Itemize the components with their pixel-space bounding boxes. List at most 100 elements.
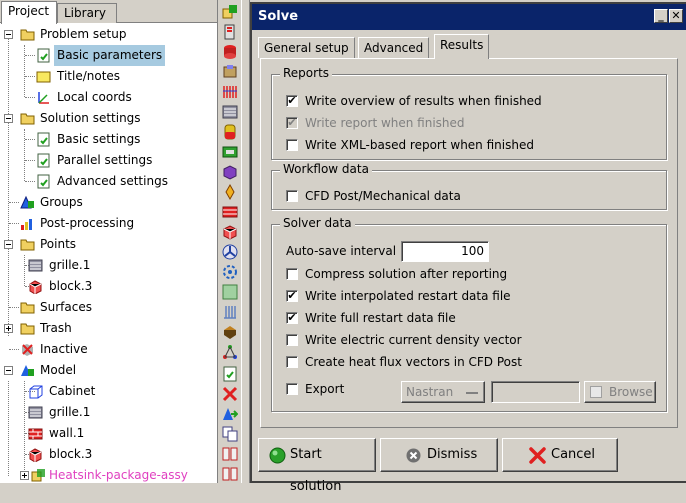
collapse-toggle[interactable] [4,114,13,123]
inactive-icon [22,344,33,356]
tree-node-model-grille[interactable]: grille.1 [0,402,217,423]
enclosure-tool-icon[interactable] [222,164,238,180]
tab-project[interactable]: Project [1,1,57,24]
align-icon-2[interactable] [222,466,238,482]
checkbox-box[interactable]: ✔ [286,290,298,302]
workflow-group-title: Workflow data [280,162,372,176]
checkbox-box[interactable] [286,190,298,202]
tab-general-setup[interactable]: General setup [258,37,355,58]
network-tool-icon[interactable] [222,324,238,340]
grille-icon [28,406,43,419]
dialog-titlebar[interactable]: Solve _ ✕ [252,4,686,30]
wall-tool-icon[interactable] [222,204,238,220]
checkbox-box[interactable]: ✔ [286,95,298,107]
cancel-button[interactable]: Cancel [502,438,618,472]
reports-group: Reports ✔ Write overview of results when… [271,66,667,160]
checkbox-box[interactable]: ✔ [286,312,298,324]
tree-node-model-block[interactable]: block.3 [0,444,217,465]
tree-node-advanced-settings[interactable]: Advanced settings [0,171,217,192]
block-icon [29,448,42,462]
autosave-input[interactable]: 100 [401,241,489,262]
wall-icon [28,428,43,440]
collapse-toggle[interactable] [4,240,13,249]
close-button[interactable]: ✕ [669,9,683,23]
checkbox-box: ✔ [286,116,298,129]
solve-dialog: Solve _ ✕ General setup Advanced Results… [250,2,686,494]
tree-node-basic-settings[interactable]: Basic settings [0,129,217,150]
expand-toggle[interactable] [20,471,29,480]
post-processing-icon [21,219,32,230]
minimize-button[interactable]: _ [654,9,668,23]
grille-tool-icon[interactable] [222,104,238,120]
tree-label: block.3 [49,279,93,293]
tree-node-local-coords[interactable]: Local coords [0,87,217,108]
assembly-icon [31,469,45,482]
tab-results[interactable]: Results [434,34,490,59]
tree-node-wall[interactable]: wall.1 [0,423,217,444]
document-green-icon [37,132,50,147]
block-tool-icon[interactable] [222,224,238,240]
tree-node-points-grille[interactable]: grille.1 [0,255,217,276]
package-tool-icon[interactable] [222,64,238,80]
checkbox-box[interactable] [286,356,298,368]
tree-node-surfaces[interactable]: Surfaces [0,297,217,318]
plate-tool-icon[interactable] [222,184,238,200]
checkbox-box[interactable] [286,139,298,151]
expand-toggle[interactable] [4,324,13,333]
tab-library[interactable]: Library [57,3,117,23]
tree-label: Local coords [57,90,132,104]
export-path-input [491,381,580,403]
checkbox-label: Write electric current density vector [305,333,522,347]
opening-tool-icon[interactable] [222,44,238,60]
tree-node-problem-setup[interactable]: Problem setup [0,24,217,45]
network-nodes-icon[interactable] [222,344,238,360]
panel-tabs: Project Library [0,0,217,24]
checkbox-box[interactable] [286,383,298,395]
blower-tool-icon[interactable] [222,264,238,280]
edit-object-icon[interactable] [222,366,238,382]
tree-node-trash[interactable]: Trash [0,318,217,339]
tree-label: Problem setup [40,27,127,41]
tree-label: Basic parameters [54,45,166,66]
checkbox-box[interactable] [286,334,298,346]
tree-node-model[interactable]: Model [0,360,217,381]
groups-icon [20,195,34,209]
resistance-tool-icon[interactable] [222,284,238,300]
tree-node-points[interactable]: Points [0,234,217,255]
delete-icon[interactable] [222,386,238,402]
tree-node-groups[interactable]: Groups [0,192,217,213]
checkbox-box[interactable] [286,268,298,280]
pcb-tool-icon[interactable] [222,144,238,160]
grille-array-tool-icon[interactable] [222,84,238,100]
tree-node-points-block[interactable]: block.3 [0,276,217,297]
tree-node-post-processing[interactable]: Post-processing [0,213,217,234]
copy-icon[interactable] [222,426,238,442]
tree-label: grille.1 [49,405,91,419]
tree-node-solution-settings[interactable]: Solution settings [0,108,217,129]
tree-node-title-notes[interactable]: Title/notes [0,66,217,87]
tab-advanced[interactable]: Advanced [358,37,430,58]
panel-splitter[interactable] [241,0,250,483]
fan-icon[interactable] [222,244,238,260]
source-tool-icon[interactable] [222,124,238,140]
fan-tool-icon[interactable] [222,24,238,40]
tree-label: Advanced settings [57,174,168,188]
collapse-toggle[interactable] [4,366,13,375]
browse-icon [590,386,602,398]
checkbox-label: CFD Post/Mechanical data [305,189,461,203]
tree-node-parallel-settings[interactable]: Parallel settings [0,150,217,171]
assembly-tool-icon[interactable] [222,4,238,20]
tree-node-inactive[interactable]: Inactive [0,339,217,360]
dismiss-button[interactable]: Dismiss [380,438,498,472]
start-solution-button[interactable]: Start solution [258,438,376,494]
tree-node-cabinet[interactable]: Cabinet [0,381,217,402]
tree-label: Points [40,237,77,251]
align-icon[interactable] [222,446,238,462]
tree-label: block.3 [49,447,93,461]
move-icon[interactable] [222,406,238,422]
collapse-toggle[interactable] [4,30,13,39]
tree-node-basic-parameters[interactable]: Basic parameters [0,45,217,66]
heatsink-tool-icon[interactable] [222,304,238,320]
browse-label: Browse [609,385,653,399]
document-green-icon [37,48,50,63]
